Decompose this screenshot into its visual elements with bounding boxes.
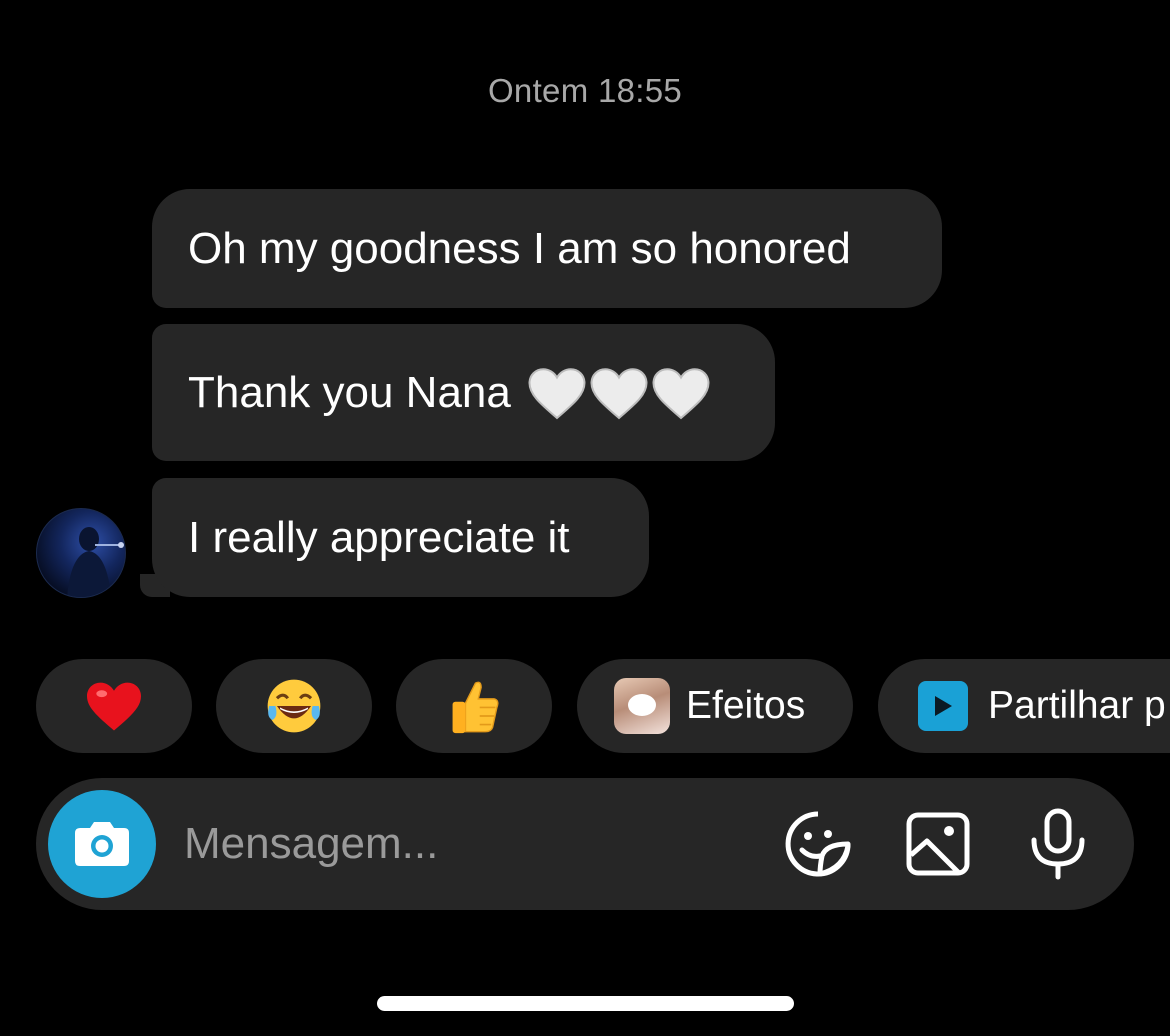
share-button[interactable]: Partilhar p (878, 659, 1170, 753)
white-heart-icon (651, 365, 711, 421)
home-indicator[interactable] (377, 996, 794, 1011)
gallery-button[interactable] (902, 808, 974, 880)
avatar-photo-icon (67, 527, 124, 597)
sticker-icon (785, 811, 851, 877)
message-text: Oh my goodness I am so honored (188, 223, 851, 273)
white-hearts-emoji (527, 365, 711, 421)
effects-thumbnail-icon (614, 678, 670, 734)
quick-actions-row: Efeitos Partilhar p (0, 659, 1170, 753)
message-composer (36, 778, 1134, 910)
sender-avatar[interactable] (36, 508, 126, 598)
message-bubble[interactable]: Oh my goodness I am so honored (152, 189, 942, 308)
effects-label: Efeitos (686, 684, 806, 727)
message-input[interactable] (184, 814, 744, 874)
microphone-button[interactable] (1022, 808, 1094, 880)
react-laugh-button[interactable] (216, 659, 372, 753)
message-bubble[interactable]: I really appreciate it (152, 478, 649, 597)
red-heart-icon (87, 682, 141, 731)
camera-icon (75, 822, 129, 866)
sticker-button[interactable] (782, 808, 854, 880)
play-icon (918, 681, 968, 731)
chat-screen: Ontem 18:55 Oh my goodness I am so honor… (0, 0, 1170, 1036)
white-heart-icon (589, 365, 649, 421)
share-label: Partilhar p (988, 684, 1166, 727)
camera-button[interactable] (48, 790, 156, 898)
thumbs-up-icon (452, 681, 499, 734)
message-text: I really appreciate it (188, 512, 570, 562)
white-heart-icon (527, 365, 587, 421)
message-bubble[interactable]: Thank you Nana (152, 324, 775, 461)
gallery-icon (906, 812, 970, 876)
react-heart-button[interactable] (36, 659, 192, 753)
message-text: Thank you Nana (188, 367, 511, 417)
microphone-icon (1031, 808, 1085, 880)
message-timestamp: Ontem 18:55 (487, 72, 683, 109)
effects-button[interactable]: Efeitos (577, 659, 853, 753)
react-thumbs-up-button[interactable] (396, 659, 552, 753)
tears-of-joy-icon (267, 679, 321, 733)
